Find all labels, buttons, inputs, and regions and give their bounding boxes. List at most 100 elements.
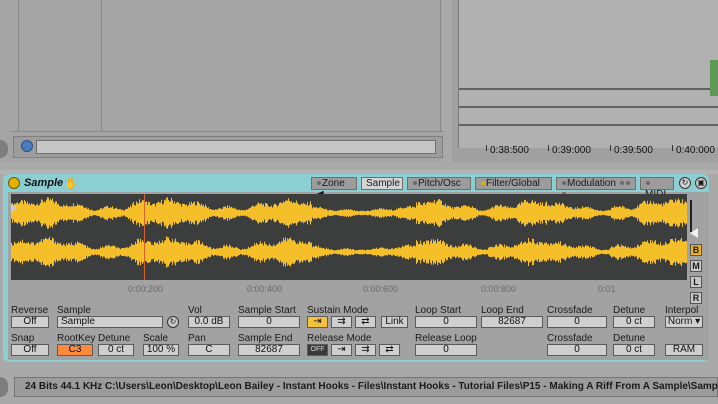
scale-field[interactable]: 100 % [143,344,179,356]
tab-label: Pitch/Osc [418,178,461,189]
link-button[interactable]: Link [381,316,408,328]
sustain-mode-label: Sustain Mode [307,305,369,316]
release-off-button[interactable]: OFF [307,344,328,356]
loop-end-field[interactable]: 82687 [481,316,543,328]
detune-label-2: Detune [98,333,131,344]
tab-indicator-icon [481,181,485,186]
waveform-channel [11,236,687,268]
scale-label: Scale [143,333,169,344]
release-loop-backforth-button[interactable]: ⇄ [379,344,400,356]
waveform-svg [11,197,687,268]
sample-start-label: Sample Start [238,305,296,316]
crossfade-field[interactable]: 0 [547,316,607,328]
vol-field[interactable]: 0.0 dB [188,316,230,328]
ruler-label: 0:00:600 [363,284,399,294]
waveform-display[interactable] [11,194,687,272]
crossfade-label-2: Crossfade [547,333,593,344]
device-title: Sample [24,177,64,189]
release-loop-label: Release Loop [415,333,477,344]
tab-label: Modulation [567,178,616,189]
snap-label: Snap [11,333,35,344]
hot-swap-icon[interactable]: ↻ [167,316,179,328]
tab-indicator-icon [646,181,650,186]
release-mode-label: Release Mode [307,333,372,344]
timeline-line [458,124,718,126]
status-text: 24 Bits 44.1 KHz C:\Users\Leon\Desktop\L… [25,381,718,392]
rootkey-field[interactable]: C3 [57,344,93,356]
reverse-toggle[interactable]: Off [11,316,49,328]
side-button-m[interactable]: M [690,260,702,272]
loop-start-label: Loop Start [415,305,462,316]
timeline-line [458,106,718,108]
release-loop-forward-button[interactable]: ⇥ [331,344,352,356]
ram-button[interactable]: RAM [665,344,703,356]
rootkey-label: RootKey [57,333,96,344]
sustain-loop-on-button[interactable]: ⇉ [331,316,352,328]
tab-indicator-icon [317,181,321,186]
side-button-l[interactable]: L [690,276,702,288]
sample-ruler [11,272,687,280]
ruler-tick [610,145,611,151]
waveform-channel [11,197,687,229]
tab-label: Zone [322,178,345,189]
loop-start-field[interactable]: 0 [415,316,477,328]
sustain-loop-backforth-button[interactable]: ⇄ [355,316,376,328]
ruler-label: 0:00:400 [247,284,283,294]
track-divider [18,0,19,132]
tab-zone[interactable]: Zone ◀ [311,177,357,200]
release-loop-field[interactable]: 0 [415,344,477,356]
side-button-r[interactable]: R [690,292,702,304]
tab-indicator-icon [413,181,417,186]
hot-swap-icon[interactable]: ↻ [679,177,691,189]
hand-icon[interactable]: ✋ [64,177,78,190]
detune-field-3[interactable]: 0 ct [613,344,655,356]
sample-end-label: Sample End [238,333,293,344]
release-loop-on-button[interactable]: ⇉ [355,344,376,356]
search-input[interactable] [36,140,436,154]
timeline-edge [458,0,459,148]
globe-icon[interactable] [21,140,33,152]
interpol-select[interactable]: Norm ▾ [665,316,703,328]
dot-icon [619,181,624,186]
timeline-tick-label: 0:40:000 [676,145,715,156]
status-toggle[interactable] [0,377,8,397]
tab-modulation[interactable]: Modulation [556,177,636,197]
save-icon[interactable]: ▣ [695,177,707,189]
snap-toggle[interactable]: Off [11,344,49,356]
timeline-tick-label: 0:39:000 [552,145,591,156]
reverse-label: Reverse [11,305,49,316]
timeline-tick-label: 0:38:500 [490,145,529,156]
sample-name-field[interactable]: Sample [57,316,163,328]
timeline-tick-label: 0:39:500 [614,145,653,156]
crossfade-label: Crossfade [547,305,593,316]
power-icon[interactable] [8,177,20,189]
tab-midi[interactable]: MIDI [640,177,674,200]
divider [12,131,444,132]
pan-field[interactable]: C [188,344,230,356]
sample-label: Sample [57,305,91,316]
crossfade-field-2[interactable]: 0 [547,344,607,356]
zoom-slider[interactable] [690,200,698,238]
tab-sample[interactable]: Sample [361,177,403,190]
sample-start-field[interactable]: 0 [238,316,300,328]
sustain-loop-forward-button[interactable]: ⇥ [307,316,328,328]
detune-label-3: Detune [613,333,646,344]
tab-filter-global[interactable]: Filter/Global [475,177,552,190]
detune-field-2[interactable]: 0 ct [98,344,134,356]
tab-indicator-icon [562,181,566,186]
ruler-tick [672,145,673,151]
tab-pitch-osc[interactable]: Pitch/Osc [407,177,471,190]
interpol-value: Norm [667,316,693,327]
sample-start-marker-icon[interactable] [11,203,17,213]
ruler-tick [486,145,487,151]
ruler-label: 0:01 [598,284,616,294]
detune-field[interactable]: 0 ct [613,316,655,328]
side-button-b[interactable]: B [690,244,702,256]
tab-label: Sample [366,178,400,189]
sample-end-field[interactable]: 82687 [238,344,300,356]
detune-label: Detune [613,305,646,316]
pan-label: Pan [188,333,206,344]
track-divider [440,0,441,132]
ruler-label: 0:00:800 [481,284,517,294]
timeline-line [458,88,718,90]
